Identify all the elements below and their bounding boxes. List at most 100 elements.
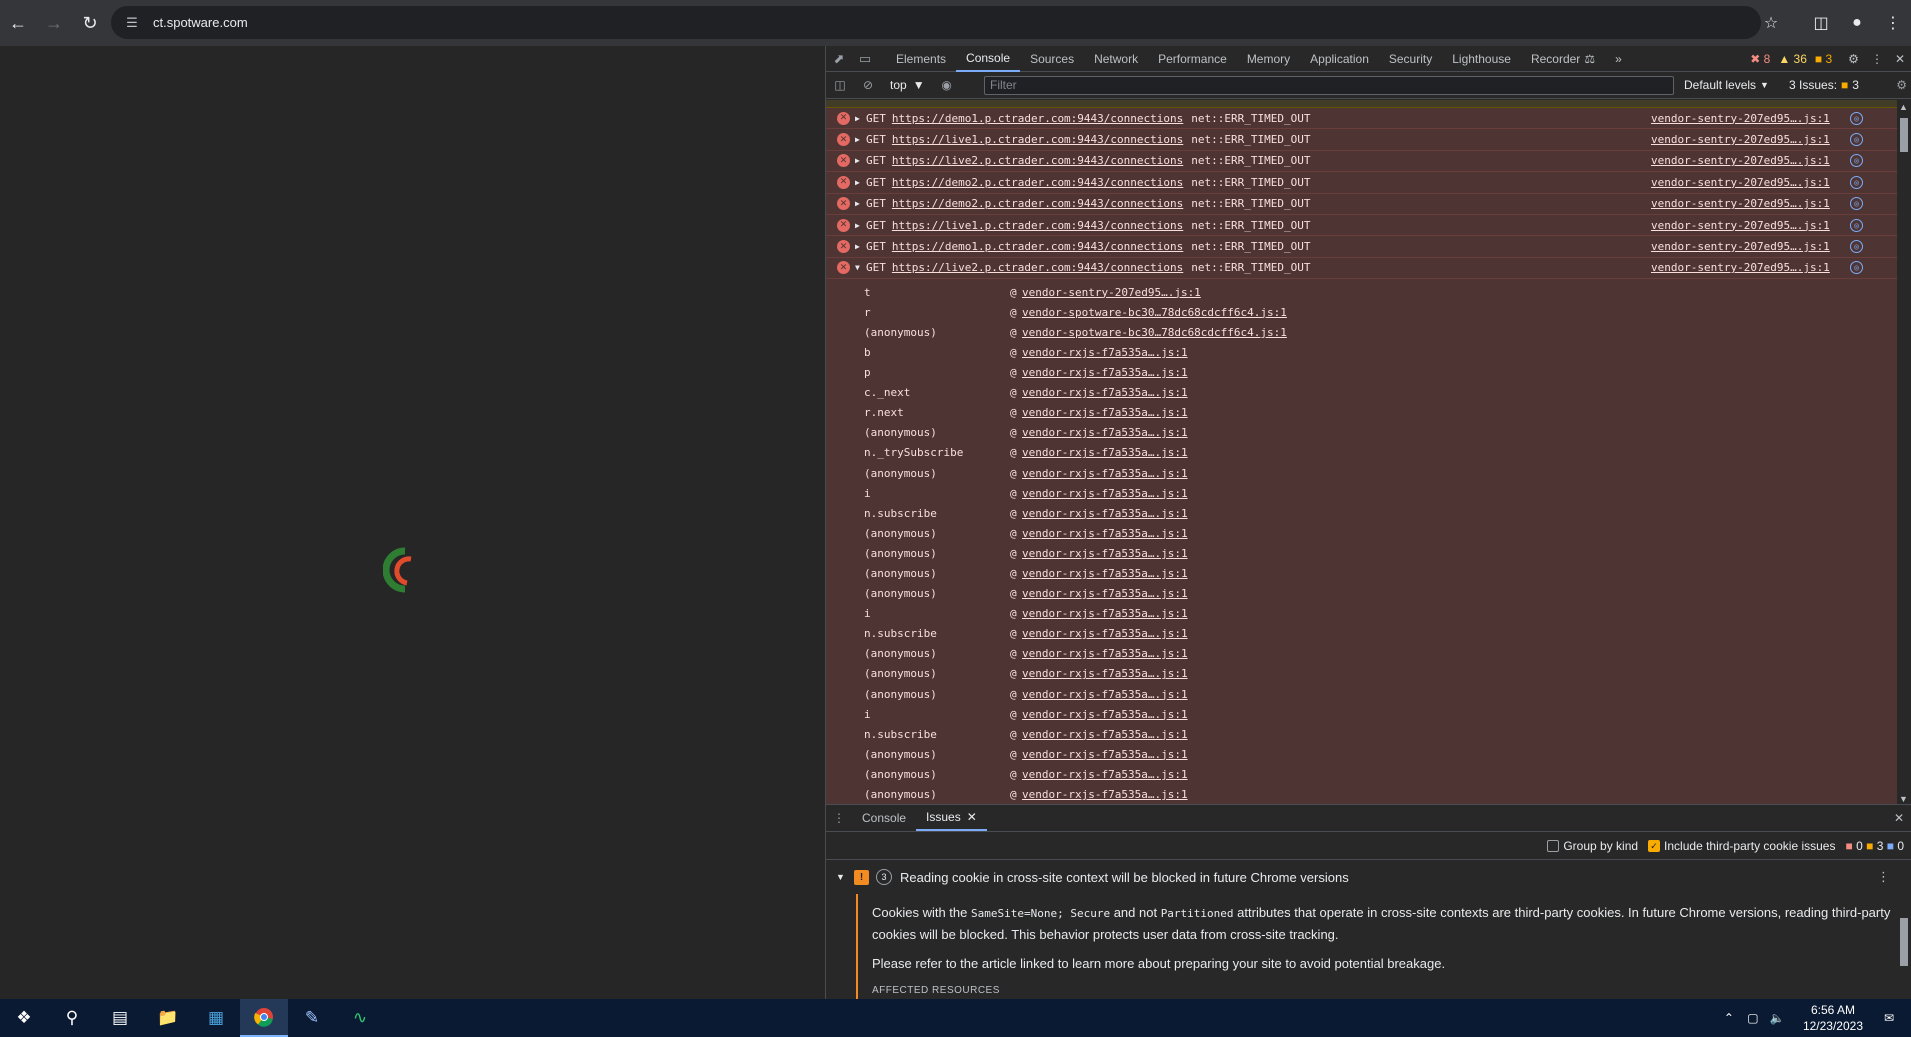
notepad-icon[interactable]: ✎ (288, 999, 336, 1037)
console-settings-gear-icon[interactable]: ⚙ (1896, 72, 1907, 98)
stack-location-link[interactable]: vendor-rxjs-f7a535a….js:1 (1022, 667, 1188, 680)
stack-location-link[interactable]: vendor-rxjs-f7a535a….js:1 (1022, 406, 1188, 419)
network-globe-icon[interactable]: ◎ (1850, 218, 1863, 232)
source-link[interactable]: vendor-sentry-207ed95….js:1 (1651, 133, 1830, 146)
forward-button[interactable]: → (36, 5, 72, 41)
stack-location-link[interactable]: vendor-rxjs-f7a535a….js:1 (1022, 426, 1188, 439)
site-info-icon[interactable]: ☰ (123, 14, 141, 32)
side-panel-icon[interactable]: ◫ (1803, 5, 1839, 41)
settings-gear-icon[interactable]: ⚙ (1848, 52, 1859, 66)
clear-console-icon[interactable]: ⊘ (854, 72, 882, 98)
source-link[interactable]: vendor-sentry-207ed95….js:1 (1651, 112, 1830, 125)
network-globe-icon[interactable]: ◎ (1850, 197, 1863, 211)
scroll-thumb[interactable] (1900, 118, 1908, 152)
drawer-tab-console[interactable]: Console (852, 805, 916, 831)
stack-location-link[interactable]: vendor-rxjs-f7a535a….js:1 (1022, 386, 1188, 399)
stack-location-link[interactable]: vendor-rxjs-f7a535a….js:1 (1022, 547, 1188, 560)
devtools-menu-icon[interactable]: ⋮ (1871, 52, 1883, 66)
expand-triangle-icon[interactable]: ▶ (855, 135, 863, 144)
stack-location-link[interactable]: vendor-rxjs-f7a535a….js:1 (1022, 688, 1188, 701)
issue-menu-icon[interactable]: ⋮ (1877, 869, 1890, 885)
network-globe-icon[interactable]: ◎ (1850, 240, 1863, 254)
stack-location-link[interactable]: vendor-rxjs-f7a535a….js:1 (1022, 647, 1188, 660)
console-error-row[interactable]: ✕ ▶ GET https://live1.p.ctrader.com:9443/co… (826, 214, 1898, 237)
network-globe-icon[interactable]: ◎ (1850, 133, 1863, 147)
stack-location-link[interactable]: vendor-rxjs-f7a535a….js:1 (1022, 728, 1188, 741)
network-globe-icon[interactable]: ◎ (1850, 154, 1863, 168)
error-count-badge[interactable]: ✖ 8 (1750, 52, 1770, 66)
tab-memory[interactable]: Memory (1237, 46, 1300, 72)
tab-recorder[interactable]: Recorder ⚖ (1521, 46, 1605, 72)
network-icon[interactable]: ▢ (1741, 1011, 1765, 1025)
profile-avatar-icon[interactable]: ● (1839, 5, 1875, 41)
drawer-menu-icon[interactable]: ⋮ (826, 811, 852, 825)
expand-triangle-icon[interactable]: ▶ (855, 221, 863, 230)
file-explorer-icon[interactable]: 📁 (144, 999, 192, 1037)
close-drawer-icon[interactable]: ✕ (1894, 811, 1904, 825)
context-select[interactable]: top ▼ (882, 78, 933, 92)
console-scrollbar[interactable]: ▲ ▼ (1897, 100, 1911, 806)
request-url-link[interactable]: https://live1.p.ctrader.com:9443/connect… (892, 219, 1183, 232)
stack-location-link[interactable]: vendor-rxjs-f7a535a….js:1 (1022, 768, 1188, 781)
stack-location-link[interactable]: vendor-rxjs-f7a535a….js:1 (1022, 627, 1188, 640)
volume-icon[interactable]: 🔈 (1765, 1011, 1789, 1025)
browser-menu-icon[interactable]: ⋮ (1875, 5, 1911, 41)
close-devtools-icon[interactable]: ✕ (1895, 52, 1905, 66)
expand-triangle-icon[interactable]: ▶ (855, 114, 863, 123)
tray-expand-icon[interactable]: ⌃ (1717, 1011, 1741, 1025)
stack-location-link[interactable]: vendor-rxjs-f7a535a….js:1 (1022, 708, 1188, 721)
tab-elements[interactable]: Elements (886, 46, 956, 72)
request-url-link[interactable]: https://demo2.p.ctrader.com:9443/connect… (892, 197, 1183, 210)
issues-scroll-thumb[interactable] (1900, 918, 1908, 966)
reload-button[interactable]: ↻ (72, 5, 108, 41)
more-tabs-icon[interactable]: » (1605, 46, 1632, 72)
source-link[interactable]: vendor-sentry-207ed95….js:1 (1651, 240, 1830, 253)
log-levels-select[interactable]: Default levels ▼ (1684, 72, 1769, 98)
task-view-icon[interactable]: ▤ (96, 999, 144, 1037)
stack-location-link[interactable]: vendor-rxjs-f7a535a….js:1 (1022, 467, 1188, 480)
tab-performance[interactable]: Performance (1148, 46, 1237, 72)
stack-location-link[interactable]: vendor-rxjs-f7a535a….js:1 (1022, 487, 1188, 500)
stack-location-link[interactable]: vendor-rxjs-f7a535a….js:1 (1022, 567, 1188, 580)
network-globe-icon[interactable]: ◎ (1850, 261, 1863, 275)
activity-monitor-icon[interactable]: ∿ (336, 999, 384, 1037)
close-tab-icon[interactable]: ✕ (967, 810, 977, 824)
tab-network[interactable]: Network (1084, 46, 1148, 72)
stack-location-link[interactable]: vendor-rxjs-f7a535a….js:1 (1022, 346, 1188, 359)
stack-location-link[interactable]: vendor-rxjs-f7a535a….js:1 (1022, 788, 1188, 801)
source-link[interactable]: vendor-sentry-207ed95….js:1 (1651, 261, 1830, 274)
notifications-icon[interactable]: ✉ (1877, 1011, 1901, 1025)
tab-console[interactable]: Console (956, 46, 1021, 72)
expanded-triangle-icon[interactable]: ▼ (855, 263, 863, 272)
source-link[interactable]: vendor-sentry-207ed95….js:1 (1651, 197, 1830, 210)
server-manager-icon[interactable]: ▦ (192, 999, 240, 1037)
address-bar[interactable]: ☰ ct.spotware.com (111, 6, 1761, 39)
clock[interactable]: 6:56 AM 12/23/2023 (1803, 1002, 1863, 1034)
console-error-row[interactable]: ✕ ▶ GET https://demo1.p.ctrader.com:9443/co… (826, 236, 1898, 258)
scroll-down-icon[interactable]: ▼ (1899, 794, 1908, 804)
drawer-tab-issues[interactable]: Issues ✕ (916, 805, 987, 831)
chrome-icon[interactable] (240, 999, 288, 1037)
live-expression-eye-icon[interactable]: ◉ (933, 72, 961, 98)
request-url-link[interactable]: https://demo1.p.ctrader.com:9443/connect… (892, 240, 1183, 253)
stack-location-link[interactable]: vendor-rxjs-f7a535a….js:1 (1022, 607, 1188, 620)
search-icon[interactable]: ⚲ (48, 999, 96, 1037)
request-url-link[interactable]: https://live2.p.ctrader.com:9443/connect… (892, 154, 1183, 167)
stack-location-link[interactable]: vendor-rxjs-f7a535a….js:1 (1022, 366, 1188, 379)
request-url-link[interactable]: https://live2.p.ctrader.com:9443/connect… (892, 261, 1183, 274)
warning-count-badge[interactable]: ▲ 36 (1778, 52, 1807, 66)
console-error-row[interactable]: ✕ ▶ GET https://demo1.p.ctrader.com:9443/co… (826, 108, 1898, 130)
expand-triangle-icon[interactable]: ▶ (855, 199, 863, 208)
network-globe-icon[interactable]: ◎ (1850, 175, 1863, 189)
stack-location-link[interactable]: vendor-rxjs-f7a535a….js:1 (1022, 748, 1188, 761)
issues-count-link[interactable]: 3 Issues: ■ 3 (1789, 72, 1859, 98)
console-error-row[interactable]: ✕ ▼ GET https://live2.p.ctrader.com:9443/co… (826, 257, 1898, 280)
tab-application[interactable]: Application (1300, 46, 1379, 72)
console-error-row[interactable]: ✕ ▶ GET https://demo2.p.ctrader.com:9443/co… (826, 172, 1898, 194)
source-link[interactable]: vendor-sentry-207ed95….js:1 (1651, 154, 1830, 167)
bookmark-star-icon[interactable]: ☆ (1753, 5, 1789, 41)
console-error-row[interactable]: ✕ ▶ GET https://live2.p.ctrader.com:9443/co… (826, 150, 1898, 173)
stack-location-link[interactable]: vendor-rxjs-f7a535a….js:1 (1022, 507, 1188, 520)
stack-location-link[interactable]: vendor-rxjs-f7a535a….js:1 (1022, 446, 1188, 459)
device-toolbar-icon[interactable]: ▭ (852, 46, 878, 72)
